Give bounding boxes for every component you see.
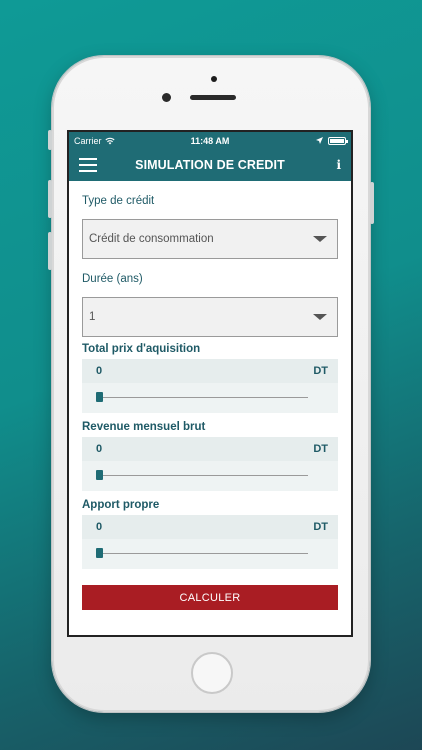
slider-thumb[interactable] (96, 470, 103, 480)
field-group-revenue: Revenue mensuel brut 0 DT (82, 421, 338, 491)
front-camera (162, 93, 171, 102)
hamburger-menu-icon[interactable] (79, 158, 97, 172)
duration-label: Durée (ans) (82, 273, 143, 285)
chevron-down-icon (313, 314, 327, 320)
chevron-down-icon (313, 236, 327, 242)
currency-unit: DT (313, 443, 328, 455)
apport-slider[interactable] (82, 539, 338, 569)
silent-switch (48, 130, 52, 150)
slider-track (96, 553, 308, 554)
acquisition-slider[interactable] (82, 383, 338, 413)
revenue-input[interactable]: 0 DT (82, 437, 338, 461)
acquisition-label: Total prix d'aquisition (82, 343, 201, 355)
info-icon[interactable]: i (336, 158, 341, 172)
slider-track (96, 397, 308, 398)
duration-select[interactable]: 1 (82, 297, 338, 337)
app-screen: Carrier 11:48 AM SIMULATION DE CREDIT i … (67, 130, 353, 637)
status-time: 11:48 AM (190, 135, 230, 146)
earpiece-speaker (190, 95, 236, 100)
currency-unit: DT (313, 521, 328, 533)
apport-value: 0 (96, 521, 103, 533)
sensor-dot (211, 76, 217, 82)
duration-value: 1 (89, 311, 96, 323)
revenue-label: Revenue mensuel brut (82, 421, 206, 433)
volume-up-button (48, 180, 52, 218)
calculate-button[interactable]: CALCULER (82, 585, 338, 610)
home-button[interactable] (191, 652, 233, 694)
credit-type-label: Type de crédit (82, 195, 155, 207)
page-title: SIMULATION DE CREDIT (135, 158, 285, 172)
revenue-slider[interactable] (82, 461, 338, 491)
field-group-apport: Apport propre 0 DT (82, 499, 338, 569)
acquisition-value: 0 (96, 365, 103, 377)
apport-input[interactable]: 0 DT (82, 515, 338, 539)
slider-track (96, 475, 308, 476)
power-button (370, 182, 374, 224)
status-bar: Carrier 11:48 AM (69, 132, 351, 149)
apport-label: Apport propre (82, 499, 160, 511)
acquisition-input[interactable]: 0 DT (82, 359, 338, 383)
nav-bar: SIMULATION DE CREDIT i (69, 149, 351, 181)
volume-down-button (48, 232, 52, 270)
credit-type-select[interactable]: Crédit de consommation (82, 219, 338, 259)
currency-unit: DT (313, 365, 328, 377)
field-group-acquisition: Total prix d'aquisition 0 DT (82, 343, 338, 413)
slider-thumb[interactable] (96, 392, 103, 402)
credit-type-value: Crédit de consommation (89, 233, 214, 245)
slider-thumb[interactable] (96, 548, 103, 558)
form: Type de crédit Crédit de consommation Du… (69, 195, 351, 610)
battery-icon (328, 136, 348, 145)
revenue-value: 0 (96, 443, 103, 455)
